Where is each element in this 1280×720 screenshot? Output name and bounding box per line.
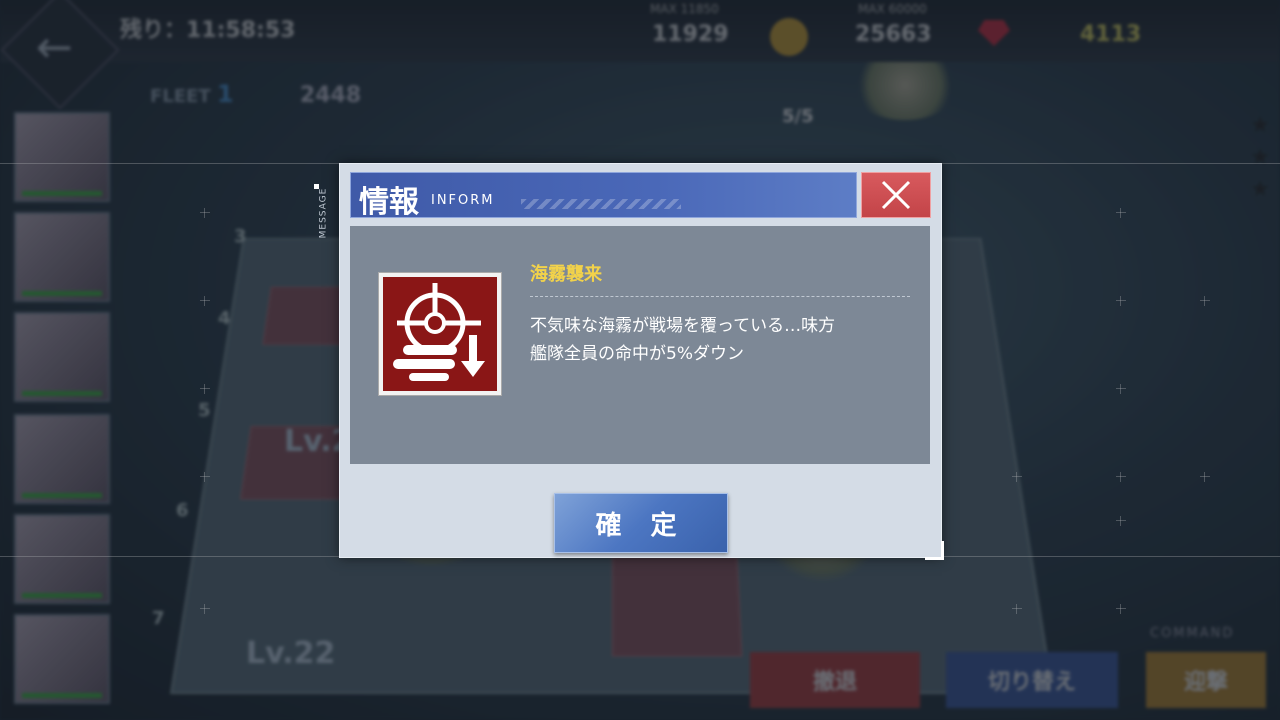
corner-mark: [925, 541, 944, 560]
event-text-line: 艦隊全員の命中が5%ダウン: [530, 344, 744, 364]
event-description: 不気味な海霧が戦場を覆っている…味方 艦隊全員の命中が5%ダウン: [530, 312, 910, 368]
title-stripes: [521, 199, 681, 209]
dialog-subtitle: INFORM: [431, 193, 495, 208]
dialog-title-bar: 情報 INFORM: [350, 172, 857, 220]
inform-dialog: MESSAGE 情報 INFORM 海霧襲来 不気味な海霧が戦場を覆っている…味…: [314, 163, 944, 560]
event-text-line: 不気味な海霧が戦場を覆っている…味方: [530, 316, 836, 336]
event-title: 海霧襲来: [530, 264, 602, 285]
close-button[interactable]: [861, 172, 931, 218]
event-divider: [530, 296, 910, 297]
close-x-icon[interactable]: [879, 178, 913, 212]
dialog-title: 情報: [359, 185, 419, 220]
accuracy-down-icon: [383, 277, 497, 391]
confirm-button[interactable]: 確 定: [554, 493, 728, 553]
event-icon-frame: [378, 272, 502, 396]
message-side-tag: MESSAGE: [314, 178, 336, 258]
dialog-content: 海霧襲来 不気味な海霧が戦場を覆っている…味方 艦隊全員の命中が5%ダウン: [350, 226, 930, 464]
message-tag-label: MESSAGE: [318, 187, 329, 239]
